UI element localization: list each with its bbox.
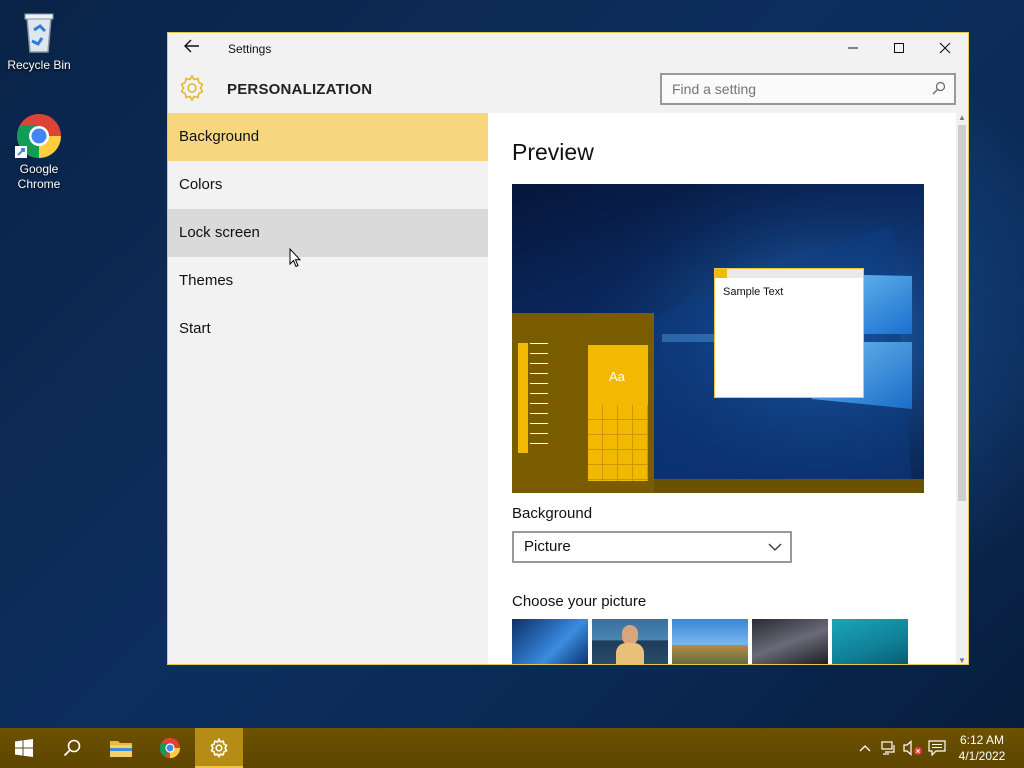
content-scrollbar[interactable]: ▲ ▼ [956,113,968,664]
search-icon[interactable] [932,81,948,97]
nav-item-start[interactable]: Start [168,305,488,353]
background-dropdown-value: Picture [524,538,571,555]
nav-item-label: Themes [179,272,234,289]
nav-item-background[interactable]: Background [168,113,488,161]
close-button[interactable] [922,33,968,65]
scrollbar-thumb[interactable] [958,125,966,501]
desktop-icon-label: Recycle Bin [7,58,71,72]
settings-window: Settings PERSONALIZATION Find a setting … [167,32,969,665]
windows-logo-icon [15,739,33,757]
taskbar-clock[interactable]: 6:12 AM 4/1/2022 [952,732,1012,764]
preview-heading: Preview [512,139,594,165]
desktop-icon-google-chrome[interactable]: Google Chrome [1,112,77,192]
back-arrow-icon[interactable] [180,39,204,59]
gear-icon [178,74,206,102]
background-preview: Aa Sample Text [512,184,924,493]
settings-header: PERSONALIZATION [168,65,968,113]
minimize-button[interactable] [830,33,876,65]
clock-time: 6:12 AM [959,733,1005,747]
chrome-icon [159,737,181,759]
recycle-bin-icon [15,8,63,56]
tray-chevron-up-icon[interactable] [856,728,874,768]
search-input[interactable] [662,75,912,103]
minimize-icon [848,47,858,49]
preview-sample-text: Sample Text [723,286,784,298]
nav-item-lock-screen[interactable]: Lock screen [168,209,488,257]
search-box[interactable] [660,73,956,105]
nav-item-label: Background [179,128,260,145]
chrome-taskbar-button[interactable] [146,728,194,768]
taskbar: 6:12 AM 4/1/2022 [0,728,1024,768]
page-title: PERSONALIZATION [227,81,373,98]
volume-muted-icon[interactable] [902,728,924,768]
picture-thumbnail[interactable] [512,619,588,664]
preview-tile-text: Aa [609,369,625,384]
preview-sample-window: Sample Text [714,268,864,398]
desktop-icon-recycle-bin[interactable]: Recycle Bin [1,8,77,73]
clock-date: 4/1/2022 [958,749,1006,763]
preview-start-menu: Aa [512,313,654,493]
start-button[interactable] [0,728,48,768]
choose-picture-label: Choose your picture [512,593,647,610]
search-button[interactable] [48,728,96,768]
picture-thumbnail[interactable] [672,619,748,664]
network-icon[interactable] [878,728,900,768]
folder-icon [110,741,132,757]
close-icon [939,42,951,54]
gear-icon [210,738,228,758]
search-icon [63,739,81,757]
mouse-cursor-icon [289,248,301,268]
maximize-icon [894,43,904,53]
title-bar[interactable]: Settings [168,33,968,65]
background-dropdown[interactable]: Picture [512,531,792,563]
nav-item-themes[interactable]: Themes [168,257,488,305]
scroll-down-icon[interactable]: ▼ [956,656,968,664]
nav-item-label: Lock screen [179,224,260,241]
nav-item-colors[interactable]: Colors [168,161,488,209]
preview-tile: Aa [588,345,648,481]
action-center-icon[interactable] [926,728,948,768]
nav-item-label: Start [179,320,211,337]
background-label: Background [512,505,593,522]
picture-thumbnail[interactable] [832,619,908,664]
window-title: Settings [228,42,272,56]
chevron-down-icon [768,543,782,551]
settings-taskbar-button[interactable] [195,728,243,768]
chrome-icon [15,112,63,160]
picture-thumbnail[interactable] [592,619,668,664]
file-explorer-button[interactable] [97,728,145,768]
maximize-button[interactable] [876,33,922,65]
picture-thumbnail[interactable] [752,619,828,664]
nav-item-label: Colors [179,176,223,193]
content-pane: Preview Aa Sample Text Background Pictur… [488,113,968,664]
scroll-up-icon[interactable]: ▲ [956,113,968,123]
settings-nav: Background Colors Lock screen Themes Sta… [168,113,488,664]
desktop-icon-label: Google Chrome [17,162,61,191]
